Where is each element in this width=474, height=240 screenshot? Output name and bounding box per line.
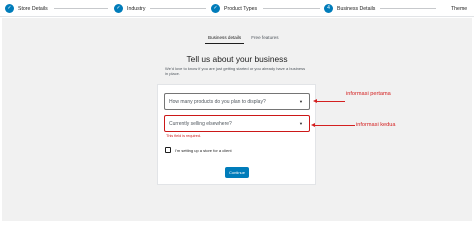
setup-stepper: ✓ Store Details ✓ Industry ✓ Product Typ… <box>0 0 474 17</box>
tab-business-details[interactable]: Business details <box>205 34 245 44</box>
step-label: Industry <box>127 5 146 12</box>
page-title: Tell us about your business <box>186 54 288 64</box>
tab-free-features[interactable]: Free features <box>248 34 281 44</box>
annotation-first: informasi pertama <box>346 91 391 97</box>
step-connector <box>54 8 108 9</box>
step-connector <box>263 8 320 9</box>
check-icon: ✓ <box>114 4 123 13</box>
step-label: Product Types <box>224 5 258 12</box>
step-label: Business Details <box>337 5 376 12</box>
select-placeholder: Currently selling elsewhere? <box>169 120 232 127</box>
step-connector <box>380 8 436 9</box>
page-subtitle: We'd love to know if you are just gettin… <box>165 66 306 77</box>
check-icon: ✓ <box>5 4 14 13</box>
annotation-arrow <box>313 99 345 103</box>
step-product-types[interactable]: ✓ Product Types <box>211 3 257 14</box>
step-connector <box>150 8 206 9</box>
step-industry[interactable]: ✓ Industry <box>114 3 145 14</box>
annotation-arrow <box>311 123 355 127</box>
client-checkbox[interactable] <box>165 147 171 153</box>
step-theme[interactable]: Theme <box>439 3 467 14</box>
select-placeholder: How many products do you plan to display… <box>169 98 266 105</box>
client-checkbox-label: I'm setting up a store for a client <box>175 147 232 153</box>
step-label: Theme <box>451 5 468 12</box>
client-checkbox-row[interactable]: I'm setting up a store for a client <box>165 147 232 153</box>
step-store-details[interactable]: ✓ Store Details <box>5 3 48 14</box>
products-count-select[interactable]: How many products do you plan to display… <box>164 93 310 110</box>
continue-button[interactable]: Continue <box>225 167 249 178</box>
dropdown-arrow-icon: ▼ <box>299 121 303 126</box>
required-error-message: This field is required. <box>166 134 202 138</box>
step-business-details[interactable]: 4 Business Details <box>324 3 375 14</box>
business-tabs: Business details Free features <box>205 34 282 44</box>
step-label: Store Details <box>18 5 48 12</box>
annotation-second: informasi kedua <box>356 122 396 128</box>
step-number: 4 <box>324 4 333 13</box>
dropdown-arrow-icon: ▼ <box>299 99 303 104</box>
selling-elsewhere-select[interactable]: Currently selling elsewhere? ▼ <box>164 115 310 132</box>
check-icon: ✓ <box>211 4 220 13</box>
bottom-strip <box>0 221 474 225</box>
